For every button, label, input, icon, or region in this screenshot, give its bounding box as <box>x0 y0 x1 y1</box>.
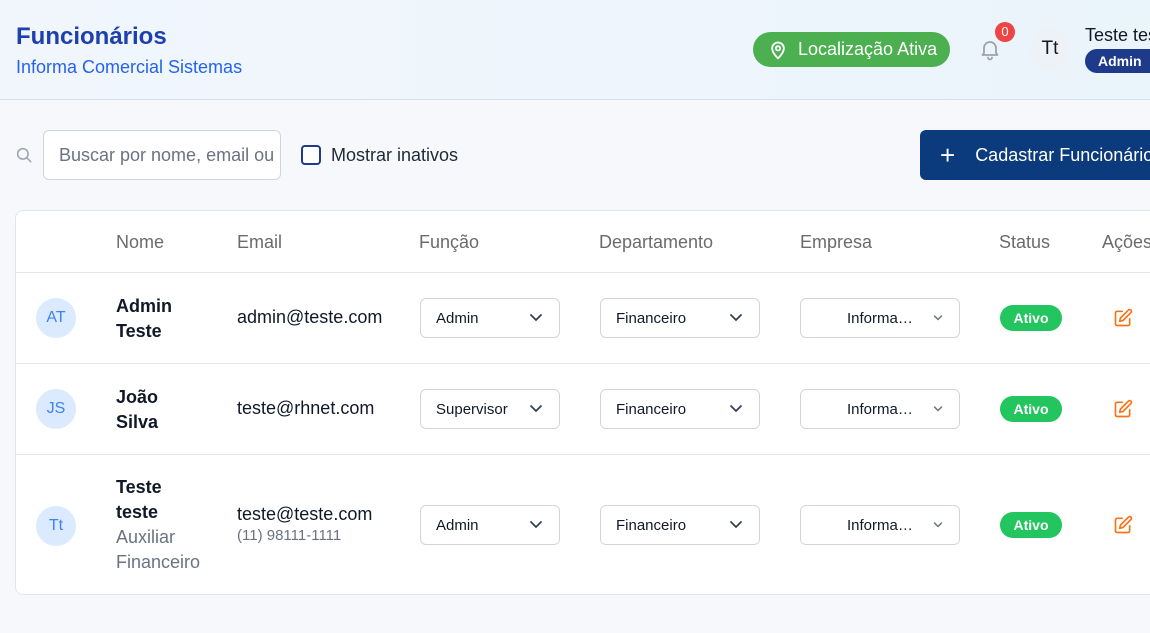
role-select-value: Admin <box>436 516 479 534</box>
chevron-down-icon <box>933 406 943 412</box>
role-select[interactable]: Admin <box>420 505 560 545</box>
employee-name-line: João <box>116 387 159 407</box>
employee-name-line: Admin <box>116 296 172 316</box>
location-status-label: Localização Ativa <box>798 39 938 59</box>
edit-icon[interactable] <box>1113 399 1133 419</box>
column-header-name[interactable]: Nome <box>116 232 164 253</box>
bell-icon[interactable] <box>978 37 1002 61</box>
company-select[interactable]: Informa… <box>800 389 960 429</box>
edit-icon[interactable] <box>1113 308 1133 328</box>
user-avatar[interactable]: Tt <box>1030 29 1070 69</box>
employee-name: Admin Teste <box>116 294 216 344</box>
company-select-value: Informa… <box>847 400 913 418</box>
department-select[interactable]: Financeiro <box>600 298 760 338</box>
chevron-down-icon <box>530 314 542 322</box>
company-select[interactable]: Informa… <box>800 298 960 338</box>
employee-name: Teste teste Auxiliar Financeiro <box>116 475 216 575</box>
role-select-value: Admin <box>436 309 479 327</box>
role-select-value: Supervisor <box>436 400 508 418</box>
notification-count-badge: 0 <box>995 22 1015 42</box>
map-pin-icon <box>771 41 785 59</box>
employee-name-line: teste <box>116 502 159 522</box>
status-badge: Ativo <box>1000 305 1062 331</box>
employee-job-title: Financeiro <box>116 552 201 572</box>
employee-job-title: Auxiliar <box>116 527 176 547</box>
company-subtitle: Informa Comercial Sistemas <box>16 57 243 77</box>
location-status-badge[interactable]: Localização Ativa <box>753 32 950 67</box>
company-select[interactable]: Informa… <box>800 505 960 545</box>
department-select[interactable]: Financeiro <box>600 389 760 429</box>
employee-email: teste@rhnet.com <box>237 398 375 418</box>
chevron-down-icon <box>933 522 943 528</box>
show-inactive-label[interactable]: Mostrar inativos <box>331 145 458 166</box>
chevron-down-icon <box>530 405 542 413</box>
search-input[interactable] <box>43 130 281 180</box>
status-badge: Ativo <box>1000 512 1062 538</box>
edit-icon[interactable] <box>1113 515 1133 535</box>
employee-avatar: AT <box>36 298 76 338</box>
chevron-down-icon <box>730 314 742 322</box>
table-row[interactable]: AT Admin Teste admin@teste.com Admin Fin… <box>16 272 1150 363</box>
employee-name-line: Teste <box>116 321 162 341</box>
employee-avatar: JS <box>36 389 76 429</box>
employee-email: teste@teste.com <box>237 504 373 524</box>
employee-name-line: Silva <box>116 412 159 432</box>
column-header-email[interactable]: Email <box>237 232 282 253</box>
search-icon <box>16 147 32 163</box>
plus-icon: + <box>940 140 956 170</box>
user-role-badge: Admin <box>1085 49 1150 73</box>
role-select[interactable]: Admin <box>420 298 560 338</box>
department-select-value: Financeiro <box>616 309 687 327</box>
column-header-role[interactable]: Função <box>419 232 479 253</box>
table-row[interactable]: Tt Teste teste Auxiliar Financeiro teste… <box>16 454 1150 594</box>
department-select-value: Financeiro <box>616 400 687 418</box>
table-row[interactable]: JS João Silva teste@rhnet.com Supervisor… <box>16 363 1150 454</box>
role-select[interactable]: Supervisor <box>420 389 560 429</box>
add-employee-label: Cadastrar Funcionário <box>975 144 1150 165</box>
top-header: Funcionários Informa Comercial Sistemas … <box>0 0 1150 100</box>
company-select-value: Informa… <box>847 516 913 534</box>
chevron-down-icon <box>730 521 742 529</box>
chevron-down-icon <box>530 521 542 529</box>
employee-phone: (11) 98111-1111 <box>237 527 342 544</box>
show-inactive-checkbox[interactable] <box>301 145 321 165</box>
employee-contact: teste@rhnet.com <box>237 398 374 419</box>
chevron-down-icon <box>933 315 943 321</box>
employee-contact: admin@teste.com <box>237 307 382 328</box>
department-select[interactable]: Financeiro <box>600 505 760 545</box>
user-name: Teste teste <box>1085 25 1150 45</box>
employee-email: admin@teste.com <box>237 307 383 327</box>
chevron-down-icon <box>730 405 742 413</box>
employee-name: João Silva <box>116 385 216 435</box>
employee-avatar: Tt <box>36 506 76 546</box>
department-select-value: Financeiro <box>616 516 687 534</box>
status-badge: Ativo <box>1000 396 1062 422</box>
employee-name-line: Teste <box>116 477 162 497</box>
column-header-actions: Ações <box>1102 232 1150 252</box>
employee-contact: teste@teste.com (11) 98111-1111 <box>237 504 372 544</box>
column-header-company[interactable]: Empresa <box>800 232 872 253</box>
employees-table: Nome Email Função Departamento Empresa S… <box>15 210 1150 595</box>
column-header-status[interactable]: Status <box>999 232 1050 253</box>
company-select-value: Informa… <box>847 309 913 327</box>
add-employee-button[interactable]: + Cadastrar Funcionário <box>920 130 1150 180</box>
column-header-department[interactable]: Departamento <box>599 232 713 253</box>
page-title: Funcionários <box>16 23 167 50</box>
